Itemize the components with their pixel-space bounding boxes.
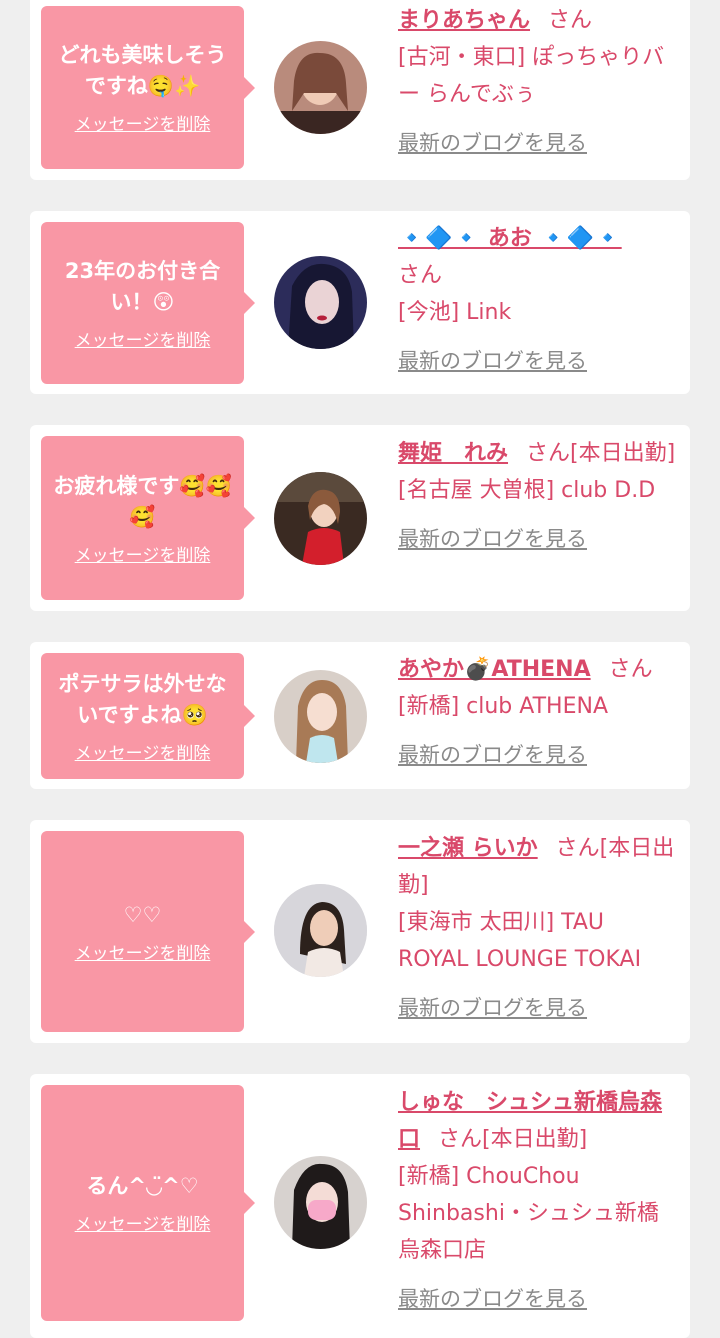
avatar-photo xyxy=(274,670,367,763)
message-bubble: どれも美味しそうですね🤤✨ メッセージを削除 xyxy=(41,6,255,169)
delete-message-link[interactable]: メッセージを削除 xyxy=(75,939,211,964)
latest-blog-link[interactable]: 最新のブログを見る xyxy=(398,125,678,162)
avatar-photo xyxy=(274,256,367,349)
cast-suffix: さん[本日出勤] xyxy=(438,1127,588,1152)
avatar-photo xyxy=(274,884,367,977)
message-card: どれも美味しそうですね🤤✨ メッセージを削除 まりあちゃん さん [古河・東口] … xyxy=(30,0,690,180)
store-name: [名古屋 大曽根] club D.D xyxy=(398,478,656,503)
message-bubble: 23年のお付き合い！😲 メッセージを削除 xyxy=(41,222,255,384)
cast-info: あやか💣ATHENA さん [新橋] club ATHENA 最新のブログを見る xyxy=(398,651,678,774)
delete-message-link[interactable]: メッセージを削除 xyxy=(75,110,211,135)
message-bubble: お疲れ様です🥰🥰🥰 メッセージを削除 xyxy=(41,436,255,600)
cast-info: まりあちゃん さん [古河・東口] ぽっちゃりバー らんでぶぅ 最新のブログを見る xyxy=(398,2,678,162)
cast-suffix: さん xyxy=(608,657,653,682)
cast-suffix: さん xyxy=(398,263,443,288)
avatar[interactable] xyxy=(274,256,367,349)
avatar[interactable] xyxy=(274,472,367,565)
store-name: [古河・東口] ぽっちゃりバー らんでぶぅ xyxy=(398,45,665,107)
avatar-photo xyxy=(274,41,367,134)
latest-blog-link[interactable]: 最新のブログを見る xyxy=(398,990,678,1027)
delete-message-link[interactable]: メッセージを削除 xyxy=(75,739,211,764)
avatar[interactable] xyxy=(274,1156,367,1249)
latest-blog-link[interactable]: 最新のブログを見る xyxy=(398,1281,678,1318)
cast-name-link[interactable]: 🔹🔷🔹 あお 🔹🔷🔹 xyxy=(398,226,622,251)
message-text: るん^◡̈^♡ xyxy=(86,1174,199,1198)
store-name: [今池] Link xyxy=(398,300,512,325)
avatar[interactable] xyxy=(274,41,367,134)
latest-blog-link[interactable]: 最新のブログを見る xyxy=(398,737,678,774)
delete-message-link[interactable]: メッセージを削除 xyxy=(75,326,211,351)
message-text: お疲れ様です🥰🥰🥰 xyxy=(53,473,232,529)
avatar[interactable] xyxy=(274,670,367,763)
message-text: ポテサラは外せないですよね🥺 xyxy=(58,671,227,727)
cast-info: 舞姫 れみ さん[本日出勤] [名古屋 大曽根] club D.D 最新のブログを… xyxy=(398,435,678,558)
delete-message-link[interactable]: メッセージを削除 xyxy=(75,1210,211,1235)
cast-name-link[interactable]: 舞姫 れみ xyxy=(398,441,508,466)
message-text: 23年のお付き合い！😲 xyxy=(64,258,221,314)
message-card: るん^◡̈^♡ メッセージを削除 しゅな シュシュ新橋烏森口 さん[本日出勤] [… xyxy=(30,1074,690,1338)
cast-info: 🔹🔷🔹 あお 🔹🔷🔹 さん [今池] Link 最新のブログを見る xyxy=(398,220,678,380)
delete-message-link[interactable]: メッセージを削除 xyxy=(75,541,211,566)
message-card: ♡♡ メッセージを削除 一之瀬 らいか さん[本日出勤] [東海市 太田川] TA… xyxy=(30,820,690,1043)
message-card: ポテサラは外せないですよね🥺 メッセージを削除 あやか💣ATHENA さん [新橋… xyxy=(30,642,690,789)
message-text: ♡♡ xyxy=(123,902,162,927)
cast-name-link[interactable]: あやか💣ATHENA xyxy=(398,657,591,682)
message-bubble: ポテサラは外せないですよね🥺 メッセージを削除 xyxy=(41,653,255,779)
cast-info: 一之瀬 らいか さん[本日出勤] [東海市 太田川] TAU ROYAL LOUN… xyxy=(398,830,678,1027)
cast-info: しゅな シュシュ新橋烏森口 さん[本日出勤] [新橋] ChouChou Shin… xyxy=(398,1084,678,1318)
avatar-photo xyxy=(274,472,367,565)
avatar[interactable] xyxy=(274,884,367,977)
cast-name-link[interactable]: 一之瀬 らいか xyxy=(398,836,538,861)
cast-name-link[interactable]: まりあちゃん xyxy=(398,8,530,33)
store-name: [新橋] ChouChou Shinbashi・シュシュ新橋烏森口店 xyxy=(398,1164,659,1263)
latest-blog-link[interactable]: 最新のブログを見る xyxy=(398,521,678,558)
message-bubble: ♡♡ メッセージを削除 xyxy=(41,831,255,1032)
cast-suffix: さん[本日出勤] xyxy=(526,441,676,466)
message-card: 23年のお付き合い！😲 メッセージを削除 🔹🔷🔹 あお 🔹🔷🔹 さん [今池] … xyxy=(30,211,690,394)
message-bubble: るん^◡̈^♡ メッセージを削除 xyxy=(41,1085,255,1321)
store-name: [新橋] club ATHENA xyxy=(398,694,608,719)
store-name: [東海市 太田川] TAU ROYAL LOUNGE TOKAI xyxy=(398,910,642,972)
cast-suffix: さん xyxy=(548,8,593,33)
latest-blog-link[interactable]: 最新のブログを見る xyxy=(398,343,678,380)
message-text: どれも美味しそうですね🤤✨ xyxy=(58,43,227,98)
message-card: お疲れ様です🥰🥰🥰 メッセージを削除 舞姫 れみ さん[本日出勤] [名古屋 大曽… xyxy=(30,425,690,611)
avatar-photo xyxy=(274,1156,367,1249)
